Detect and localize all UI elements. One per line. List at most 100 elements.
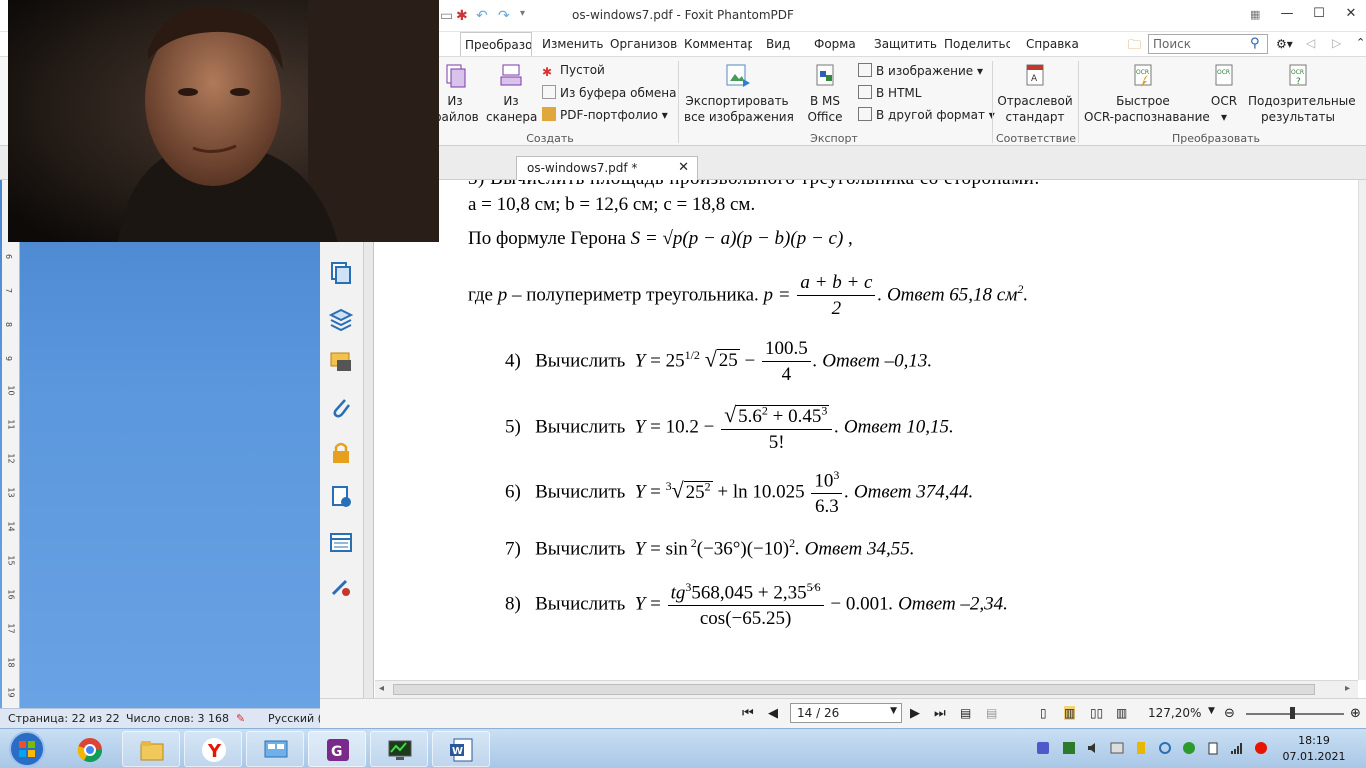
page-count[interactable]: Страница: 22 из 22 xyxy=(8,712,120,725)
document-tab[interactable]: os-windows7.pdf * ✕ xyxy=(516,156,698,180)
vertical-scrollbar[interactable] xyxy=(1358,180,1366,680)
taskbar-chrome[interactable] xyxy=(60,731,118,767)
horizontal-scrollbar[interactable]: ◂ ▸ xyxy=(375,680,1358,698)
pdf-portfolio-button[interactable]: PDF-портфолио ▾ xyxy=(542,107,668,122)
blank-button[interactable]: ✱ Пустой xyxy=(542,63,605,79)
continuous-facing-icon[interactable]: ▥ xyxy=(1116,706,1127,720)
suspicious-results-button[interactable]: OCR? Подозрительные результаты xyxy=(1248,63,1356,125)
signature-doc-icon[interactable] xyxy=(328,484,354,510)
document-tab-label: os-windows7.pdf * xyxy=(527,161,638,175)
word-count[interactable]: Число слов: 3 168 xyxy=(126,712,229,725)
taskbar-foxit[interactable]: G xyxy=(308,731,366,767)
prev-page-icon[interactable]: ◀ xyxy=(768,706,778,721)
task-8: 8) Вычислить Y = tg3568,045 + 2,355⁄6 cos… xyxy=(505,580,1008,630)
from-clipboard-button[interactable]: Из буфера обмена xyxy=(542,85,676,100)
next-page-icon[interactable]: ▶ xyxy=(910,706,920,721)
document-page: 3) Вычислить площадь произвольного треуг… xyxy=(375,180,1358,680)
single-page-icon[interactable]: ▯ xyxy=(1040,706,1047,720)
attachments-icon[interactable] xyxy=(328,394,354,420)
panel-splitter[interactable] xyxy=(364,180,374,708)
to-ms-office-button[interactable]: В MS Office xyxy=(800,63,850,125)
zoom-in-icon[interactable]: ⊕ xyxy=(1350,706,1361,721)
content-icon[interactable] xyxy=(328,530,354,556)
maximize-button[interactable]: ☐ xyxy=(1304,6,1334,24)
security-tray-icon[interactable] xyxy=(1182,741,1196,755)
to-image-button[interactable]: В изображение ▾ xyxy=(858,63,983,78)
task-5-fraction: √ 5.62 + 0.453 5! xyxy=(721,402,833,454)
battery-tray-icon[interactable] xyxy=(1206,741,1220,755)
layout-icon[interactable]: ▦ xyxy=(1250,8,1260,21)
semiperimeter-prefix: где xyxy=(468,284,498,306)
usb-tray-icon[interactable] xyxy=(1134,741,1148,755)
tab-form[interactable]: Форма xyxy=(810,32,860,56)
start-button[interactable] xyxy=(4,730,50,768)
first-page-icon[interactable]: ⏮ xyxy=(742,706,754,721)
search-icon[interactable]: ⚲ xyxy=(1250,36,1260,51)
lock-icon[interactable] xyxy=(328,440,354,466)
ocr-button[interactable]: OCR OCR ▾ xyxy=(1206,63,1242,125)
page-number-input[interactable]: 14 / 26 ▼ xyxy=(790,703,902,723)
close-tab-icon[interactable]: ✕ xyxy=(678,160,689,175)
tab-help[interactable]: Справка xyxy=(1022,32,1083,56)
taskbar-yandex[interactable]: Y xyxy=(184,731,242,767)
zoom-dropdown-icon[interactable]: ▼ xyxy=(1208,706,1215,716)
spellcheck-icon[interactable]: ✎ xyxy=(236,712,245,725)
back-icon[interactable]: ◁ xyxy=(1306,36,1315,50)
collapse-ribbon-icon[interactable]: ⌃ xyxy=(1356,36,1365,49)
taskbar-word[interactable]: W xyxy=(432,731,490,767)
tab-edit[interactable]: Изменить xyxy=(538,32,608,56)
certificate-icon[interactable] xyxy=(328,574,354,600)
tab-share[interactable]: Поделиться xyxy=(940,32,1010,56)
blank-icon: ✱ xyxy=(542,65,553,79)
taskbar-monitor[interactable] xyxy=(370,731,428,767)
from-scanner-button[interactable]: Из сканера xyxy=(486,63,537,125)
tab-protect[interactable]: Защитить xyxy=(870,32,941,56)
minimize-button[interactable]: — xyxy=(1272,6,1302,24)
ms-office-icon xyxy=(816,64,834,86)
view-mode-2-icon[interactable]: ▤ xyxy=(986,706,997,720)
forward-icon[interactable]: ▷ xyxy=(1332,36,1341,50)
zoom-slider[interactable] xyxy=(1246,713,1344,715)
video-overlay-window[interactable] xyxy=(8,0,439,242)
taskbar-control-panel[interactable] xyxy=(246,731,304,767)
ocr-label: OCR xyxy=(1210,94,1238,108)
network-tray-icon[interactable] xyxy=(1230,741,1244,755)
tab-convert[interactable]: Преобразовать xyxy=(460,32,532,56)
to-other-format-button[interactable]: В другой формат ▾ xyxy=(858,107,995,122)
clock[interactable]: 18:19 07.01.2021 xyxy=(1282,733,1346,765)
yandex-tray-icon[interactable] xyxy=(1254,741,1268,755)
folder-search-icon[interactable]: 🗀 xyxy=(1128,36,1141,58)
scroll-left-icon[interactable]: ◂ xyxy=(379,683,384,694)
task-8-fraction: tg3568,045 + 2,355⁄6 cos(−65.25) xyxy=(667,580,824,630)
horizontal-scroll-thumb[interactable] xyxy=(393,684,1315,695)
teams-tray-icon[interactable] xyxy=(1036,741,1050,755)
continuous-page-icon[interactable]: ▥ xyxy=(1064,706,1076,720)
comments-icon[interactable] xyxy=(328,350,354,376)
app-tray-icon[interactable] xyxy=(1062,741,1076,755)
tab-view[interactable]: Вид xyxy=(762,32,794,56)
taskbar-explorer[interactable] xyxy=(122,731,180,767)
settings-icon[interactable]: ⚙▾ xyxy=(1276,37,1293,51)
view-mode-icon[interactable]: ▤ xyxy=(960,706,971,720)
to-html-button[interactable]: В HTML xyxy=(858,85,921,100)
sync-tray-icon[interactable] xyxy=(1158,741,1172,755)
close-window-button[interactable]: ✕ xyxy=(1336,6,1366,24)
layers-icon[interactable] xyxy=(328,306,354,332)
scroll-right-icon[interactable]: ▸ xyxy=(1345,683,1350,694)
svg-text:A: A xyxy=(1031,74,1038,84)
tab-comment[interactable]: Комментар xyxy=(680,32,752,56)
zoom-out-icon[interactable]: ⊖ xyxy=(1224,706,1235,721)
export-images-button[interactable]: Экспортировать все изображения xyxy=(684,63,794,125)
last-page-icon[interactable]: ⏭ xyxy=(934,706,946,721)
tab-organize[interactable]: Организовать xyxy=(606,32,678,56)
industry-standard-button[interactable]: A Отраслевой стандарт xyxy=(996,63,1074,125)
facing-page-icon[interactable]: ▯▯ xyxy=(1090,706,1103,720)
zoom-slider-thumb[interactable] xyxy=(1290,707,1295,719)
volume-tray-icon[interactable] xyxy=(1086,741,1100,755)
scanner-icon xyxy=(500,64,522,86)
clock-date: 07.01.2021 xyxy=(1282,750,1346,763)
quick-ocr-button[interactable]: OCR Быстрое OCR-распознавание xyxy=(1084,63,1210,125)
pages-icon[interactable] xyxy=(328,260,354,286)
language-tray-icon[interactable] xyxy=(1110,741,1124,755)
zoom-level[interactable]: 127,20% xyxy=(1148,706,1201,720)
